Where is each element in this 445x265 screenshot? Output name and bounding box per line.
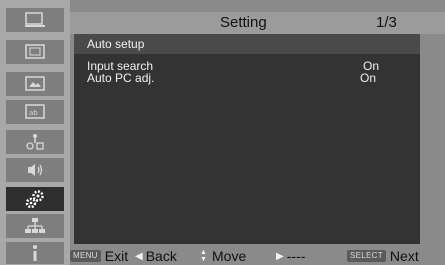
option-row-auto-pc-adj[interactable]: Auto PC adj. On xyxy=(87,71,407,85)
sidebar-item-picture[interactable] xyxy=(6,72,64,96)
sidebar-item-image-adjust[interactable]: ab xyxy=(6,100,64,124)
sound-icon xyxy=(22,160,48,180)
move-hint[interactable]: ▲▼ Move xyxy=(200,248,246,264)
select-key-icon: SELECT xyxy=(347,250,386,262)
setting-gears-icon xyxy=(22,189,48,209)
pc-adjust-icon xyxy=(22,42,48,62)
back-hint[interactable]: ◀ Back xyxy=(135,248,177,264)
sidebar-item-screen[interactable] xyxy=(6,8,64,32)
right-arrow-icon: ▶ xyxy=(276,250,284,262)
select-label: Next xyxy=(389,248,419,264)
input-source-icon xyxy=(22,132,48,152)
network-icon xyxy=(22,216,48,236)
info-icon xyxy=(22,243,48,263)
panel-heading: Auto setup xyxy=(87,37,145,51)
option-label: Auto PC adj. xyxy=(87,71,155,85)
option-value: On xyxy=(360,71,377,85)
sidebar-item-input-source[interactable] xyxy=(6,130,64,154)
sidebar-item-pc-adjust[interactable] xyxy=(6,40,64,64)
back-label: Back xyxy=(145,248,177,264)
select-hint[interactable]: SELECT Next xyxy=(347,248,419,264)
sidebar-item-sound[interactable] xyxy=(6,158,64,182)
sidebar-item-info[interactable] xyxy=(6,242,64,264)
menu-title: Setting xyxy=(220,14,267,31)
sidebar-item-network[interactable] xyxy=(6,214,64,238)
sidebar-item-setting[interactable] xyxy=(6,187,64,211)
menu-key-icon: MENU xyxy=(70,250,101,262)
navigation-hints: MENU Exit ◀ Back ▲▼ Move ▶ ---- SELECT N… xyxy=(70,247,445,265)
settings-panel: Auto setup Input search On Auto PC adj. … xyxy=(74,34,420,244)
move-label: Move xyxy=(212,248,247,264)
svg-text:ab: ab xyxy=(29,109,38,117)
osd-menu: ab Setting 1/3 Auto setup Input search O… xyxy=(0,0,445,265)
panel-heading-bar[interactable]: Auto setup xyxy=(74,34,420,54)
exit-label: Exit xyxy=(104,248,129,264)
next-label: ---- xyxy=(286,248,306,264)
image-adjust-icon: ab xyxy=(22,102,48,122)
screen-icon xyxy=(22,10,48,30)
next-hint[interactable]: ▶ ---- xyxy=(276,248,305,264)
menu-header: Setting 1/3 xyxy=(70,12,445,34)
up-down-arrow-icon: ▲▼ xyxy=(200,249,207,263)
exit-hint[interactable]: MENU Exit xyxy=(70,248,128,264)
picture-icon xyxy=(22,74,48,94)
left-arrow-icon: ◀ xyxy=(135,250,143,262)
sidebar: ab xyxy=(0,0,70,265)
page-indicator: 1/3 xyxy=(376,14,397,31)
